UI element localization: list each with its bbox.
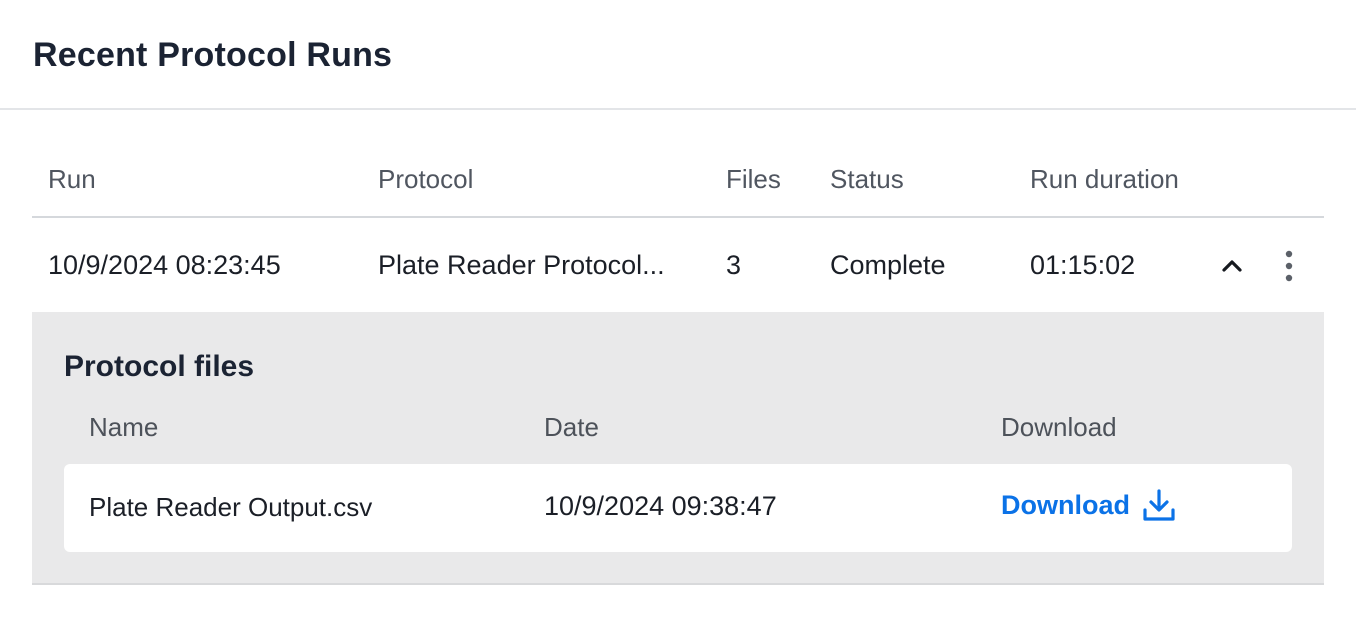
protocol-name: Plate Reader Protocol... <box>378 250 665 280</box>
download-label: Download <box>1001 489 1130 520</box>
column-header-protocol[interactable]: Protocol <box>378 164 473 195</box>
download-icon <box>1143 489 1175 521</box>
expanded-row-details: Protocol files Name Date Download Plate … <box>32 312 1324 585</box>
panel-header: Recent Protocol Runs <box>0 0 1356 110</box>
column-header-run[interactable]: Run <box>48 164 96 195</box>
protocol-files-heading: Protocol files <box>64 350 255 383</box>
download-link[interactable]: Download <box>1001 488 1176 522</box>
collapse-row-button[interactable] <box>1212 248 1252 284</box>
files-column-header-date: Date <box>544 412 599 442</box>
file-name: Plate Reader Output.csv <box>89 492 373 522</box>
run-duration: 01:15:02 <box>1030 250 1136 280</box>
more-vertical-icon <box>1285 250 1293 282</box>
run-timestamp: 10/9/2024 08:23:45 <box>48 250 281 280</box>
header-divider <box>32 216 1324 218</box>
chevron-up-icon <box>1222 260 1242 272</box>
files-count: 3 <box>726 250 742 280</box>
file-date: 10/9/2024 09:38:47 <box>544 491 777 521</box>
column-header-status[interactable]: Status <box>830 164 904 195</box>
recent-protocol-runs-panel: Recent Protocol Runs Run Protocol Files … <box>0 0 1356 618</box>
file-row: Plate Reader Output.csv 10/9/2024 09:38:… <box>64 464 1292 552</box>
column-header-files[interactable]: Files <box>726 164 781 195</box>
row-menu-button[interactable] <box>1272 244 1306 288</box>
files-column-header-name: Name <box>89 412 159 442</box>
column-header-run-duration[interactable]: Run duration <box>1030 164 1179 195</box>
panel-title: Recent Protocol Runs <box>33 36 393 74</box>
run-status: Complete <box>830 250 946 280</box>
files-column-header-download: Download <box>1001 412 1117 442</box>
